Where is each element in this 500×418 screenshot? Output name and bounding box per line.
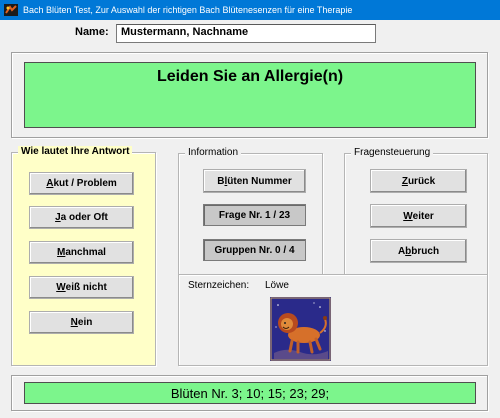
question-panel: Leiden Sie an Allergie(n) [11, 52, 488, 138]
answer-nein-key: N [70, 317, 78, 328]
navigation-legend: Fragensteuerung [351, 147, 434, 158]
cancel-label: bruch [411, 245, 440, 257]
result-panel: Blüten Nr. 3; 10; 15; 23; 29; [11, 375, 488, 411]
answer-manchmal-key: M [57, 247, 66, 258]
blueten-nummer-pre: B [217, 175, 225, 187]
information-group: Information Bl üten Nummer Frage Nr. 1 / … [178, 147, 323, 288]
zodiac-label: Sternzeichen: [188, 280, 250, 291]
frage-counter: Frage Nr. 1 / 23 [203, 204, 306, 226]
result-box: Blüten Nr. 3; 10; 15; 23; 29; [24, 382, 476, 404]
back-label: urück [407, 175, 436, 187]
answer-akut-button[interactable]: Akut / Problem [29, 172, 134, 195]
answer-nein-button[interactable]: Nein [29, 311, 134, 334]
answer-akut-key: A [46, 178, 54, 189]
answer-weiss-nicht-label: eiß nicht [65, 282, 107, 293]
name-input[interactable]: Mustermann, Nachname [116, 24, 376, 43]
next-label: eiter [412, 210, 434, 222]
answer-legend: Wie lautet Ihre Antwort [18, 146, 133, 157]
app-icon [4, 4, 18, 16]
window-titlebar[interactable]: Bach Blüten Test, Zur Auswahl der richti… [0, 0, 500, 20]
next-key: W [403, 210, 413, 222]
zodiac-panel: Sternzeichen: Löwe [178, 274, 488, 366]
answer-nein-label: ein [77, 317, 93, 328]
answer-manchmal-button[interactable]: Manchmal [29, 241, 134, 264]
zodiac-value: Löwe [265, 280, 289, 291]
main-window: Name: Mustermann, Nachname Leiden Sie an… [0, 20, 500, 418]
answer-manchmal-label: anchmal [65, 247, 106, 258]
question-box: Leiden Sie an Allergie(n) [24, 62, 476, 128]
question-text: Leiden Sie an Allergie(n) [156, 68, 344, 85]
result-text: Blüten Nr. 3; 10; 15; 23; 29; [170, 385, 330, 401]
answer-akut-label: kut / Problem [53, 178, 117, 189]
blueten-nummer-button[interactable]: Bl üten Nummer [203, 169, 306, 193]
answer-weiss-nicht-button[interactable]: Weiß nicht [29, 276, 134, 299]
cancel-pre: A [397, 245, 406, 257]
back-button[interactable]: Zurück [370, 169, 467, 193]
next-button[interactable]: Weiter [370, 204, 467, 228]
name-label: Name: [75, 26, 109, 38]
answer-ja-button[interactable]: Ja oder Oft [29, 206, 134, 229]
answer-weiss-nicht-key: W [56, 282, 66, 293]
window-title: Bach Blüten Test, Zur Auswahl der richti… [23, 5, 353, 15]
gruppen-counter: Gruppen Nr. 0 / 4 [203, 239, 306, 261]
information-legend: Information [185, 147, 242, 158]
cancel-button[interactable]: Ab bruch [370, 239, 467, 263]
answer-group: Wie lautet Ihre Antwort Akut / Problem J… [11, 146, 156, 366]
answer-ja-label: a oder Oft [60, 212, 108, 223]
leo-zodiac-icon [270, 297, 331, 361]
blueten-nummer-label: üten Nummer [227, 175, 292, 187]
navigation-group: Fragensteuerung Zurück Weiter Ab bruch [344, 147, 488, 288]
